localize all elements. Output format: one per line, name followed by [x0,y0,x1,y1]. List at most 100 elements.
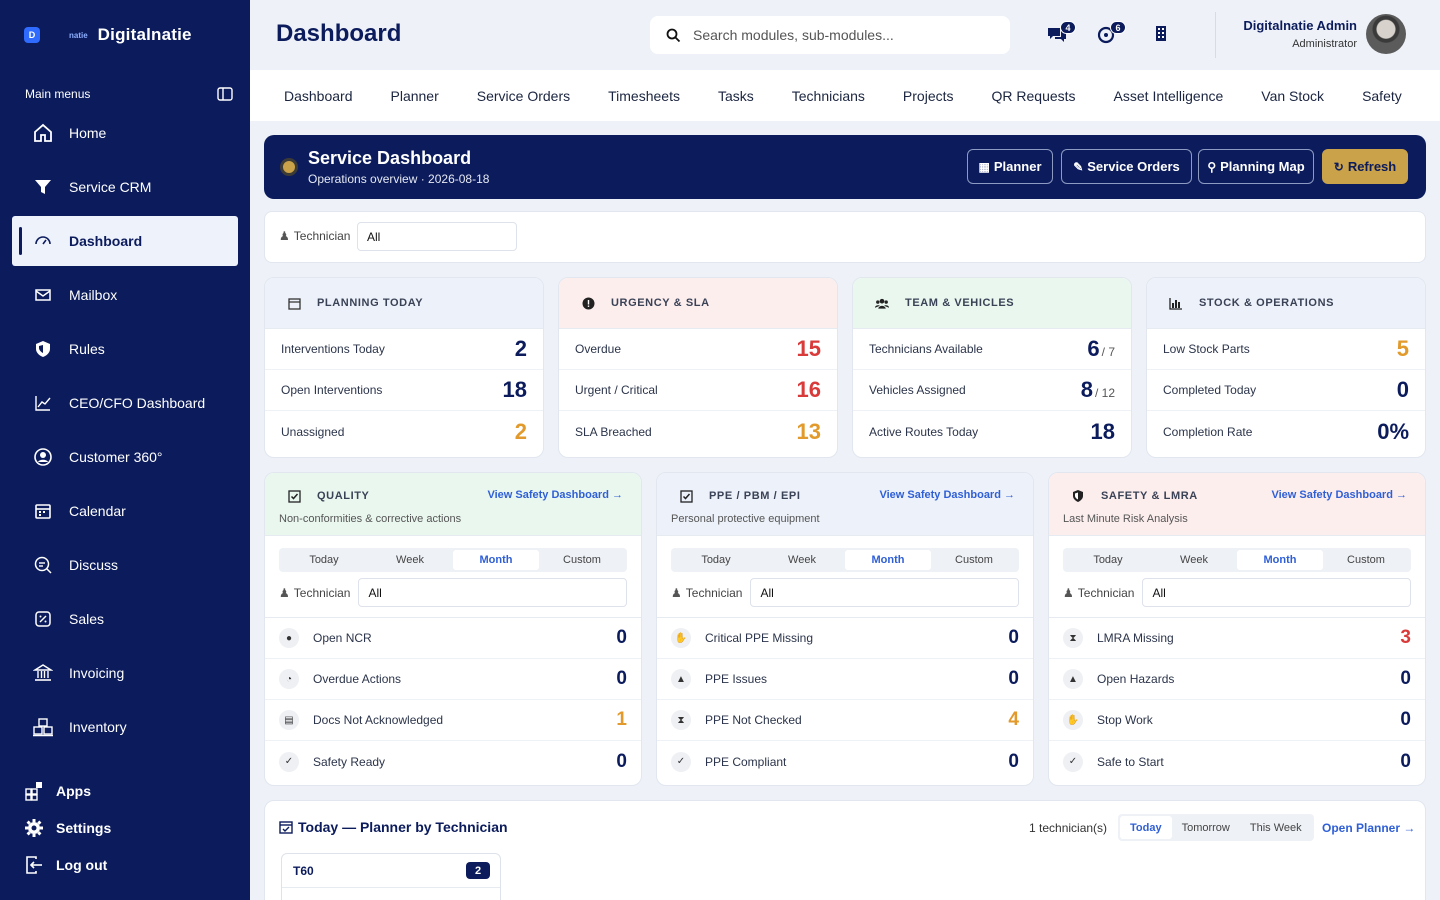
period-week[interactable]: Week [367,550,453,570]
card-title: PLANNING TODAY [317,297,424,309]
card-title: URGENCY & SLA [611,297,710,309]
metric-label: LMRA Missing [1097,631,1174,645]
search-input[interactable] [693,27,993,43]
period-custom[interactable]: Custom [931,550,1017,570]
sidebar-item-calendar[interactable]: Calendar [12,486,238,536]
hand-icon: ✋ [1063,710,1083,730]
metric-row: ✋ Stop Work 0 [1049,700,1425,741]
metric-value: 0 [1400,709,1411,730]
period-month[interactable]: Month [1237,550,1323,570]
metric-value: 0 [616,627,627,648]
metric-value: 0 [1400,750,1411,772]
planning-today-card: PLANNING TODAY Interventions Today 2 Open… [264,277,544,458]
hand-icon: ✋ [671,628,691,648]
tab-van-stock[interactable]: Van Stock [1261,88,1324,104]
service-orders-button[interactable]: ✎ Service Orders [1061,149,1192,184]
period-week[interactable]: Week [759,550,845,570]
stat-row: Technicians Available 6/ 7 [853,329,1131,370]
sidebar-item-apps[interactable]: Apps [24,779,111,803]
tab-qr-requests[interactable]: QR Requests [992,88,1076,104]
technician-select[interactable]: All [358,578,627,607]
planner-title-row: Today — Planner by Technician [279,819,508,835]
tab-safety[interactable]: Safety [1362,88,1402,104]
period-today[interactable]: Today [281,550,367,570]
view-safety-dashboard-link[interactable]: View Safety Dashboard → [487,489,623,501]
stat-label: Overdue [575,342,622,356]
planning-map-button[interactable]: ⚲ Planning Map [1198,149,1314,184]
sidebar-item-logout[interactable]: Log out [24,853,111,877]
metric-value: 0 [1400,668,1411,689]
tab-asset-intelligence[interactable]: Asset Intelligence [1114,88,1224,104]
stat-value: 2 [514,336,527,361]
sidebar-item-inventory[interactable]: Inventory [12,702,238,752]
sidebar-item-label: CEO/CFO Dashboard [69,395,206,411]
search-box[interactable] [650,16,1010,54]
technician-select[interactable]: All [750,578,1019,607]
building-button[interactable] [1154,24,1170,44]
sidebar-collapse-icon[interactable] [217,87,233,101]
sidebar-item-home[interactable]: Home [12,108,238,158]
sidebar-item-discuss[interactable]: Discuss [12,540,238,590]
sidebar-item-ceo-cfo-dashboard[interactable]: CEO/CFO Dashboard [12,378,238,428]
metric-row: ✓ PPE Compliant 0 [657,741,1033,782]
messages-button[interactable]: 4 [1046,21,1076,44]
tab-projects[interactable]: Projects [903,88,954,104]
technician-select[interactable]: All [357,222,517,251]
tab-service-orders[interactable]: Service Orders [477,88,570,104]
card-header: PPE / PBM / EPI Personal protective equi… [657,473,1033,536]
map-pin-icon: ⚲ [1207,159,1217,174]
sidebar-item-rules[interactable]: Rules [12,324,238,374]
sidebar-item-dashboard[interactable]: Dashboard [12,216,238,266]
card-header: PLANNING TODAY [265,278,543,329]
calendar-icon [287,296,301,310]
refresh-button[interactable]: ↻ Refresh [1322,149,1408,184]
notifications-badge: 6 [1110,21,1126,34]
planner-tab-this-week[interactable]: This Week [1240,816,1312,839]
tab-technicians[interactable]: Technicians [792,88,865,104]
metric-value: 0 [1008,750,1019,772]
period-custom[interactable]: Custom [539,550,625,570]
sidebar-item-mailbox[interactable]: Mailbox [12,270,238,320]
status-dot [280,158,298,176]
avatar[interactable] [1366,14,1406,54]
card-subtitle: Personal protective equipment [671,513,820,525]
tab-planner[interactable]: Planner [391,88,439,104]
card-header: QUALITY Non-conformities & corrective ac… [265,473,641,536]
stat-row: Active Routes Today 18 [853,411,1131,452]
period-month[interactable]: Month [453,550,539,570]
checkbox-icon [679,489,693,503]
metric-label: PPE Not Checked [705,713,802,727]
period-custom[interactable]: Custom [1323,550,1409,570]
technician-select[interactable]: All [1142,578,1411,607]
planner-tab-tomorrow[interactable]: Tomorrow [1172,816,1240,839]
period-today[interactable]: Today [673,550,759,570]
sidebar-item-customer-360[interactable]: Customer 360° [12,432,238,482]
period-today[interactable]: Today [1065,550,1151,570]
notifications-button[interactable]: 6 [1096,21,1126,44]
page-title: Dashboard [276,20,402,47]
view-safety-dashboard-link[interactable]: View Safety Dashboard → [1271,489,1407,501]
technician-label-text: Technician [1077,585,1135,600]
sidebar-item-label: Mailbox [69,287,118,303]
sidebar-item-invoicing[interactable]: Invoicing [12,648,238,698]
sidebar-item-label: Customer 360° [69,449,163,465]
period-week[interactable]: Week [1151,550,1237,570]
sidebar-item-service-crm[interactable]: Service CRM [12,162,238,212]
view-safety-dashboard-link[interactable]: View Safety Dashboard → [879,489,1015,501]
technician-filter-bar: ♟ Technician All [264,211,1426,263]
open-planner-link[interactable]: Open Planner → [1322,821,1415,835]
card-title: TEAM & VEHICLES [905,297,1015,309]
planner-button[interactable]: ▦ Planner [967,149,1053,184]
brand[interactable]: D natie Digitalnatie [24,24,192,46]
sidebar-item-sales[interactable]: Sales [12,594,238,644]
metric-value: 3 [1400,627,1411,648]
planner-tab-today[interactable]: Today [1120,816,1172,839]
tab-dashboard[interactable]: Dashboard [284,88,353,104]
technician-column[interactable]: T60 2 [281,853,501,900]
tab-tasks[interactable]: Tasks [718,88,754,104]
tab-timesheets[interactable]: Timesheets [608,88,680,104]
wrench-icon: ✎ [1073,159,1084,174]
period-month[interactable]: Month [845,550,931,570]
sidebar-item-settings[interactable]: Settings [24,816,111,840]
stat-row: Open Interventions 18 [265,370,543,411]
